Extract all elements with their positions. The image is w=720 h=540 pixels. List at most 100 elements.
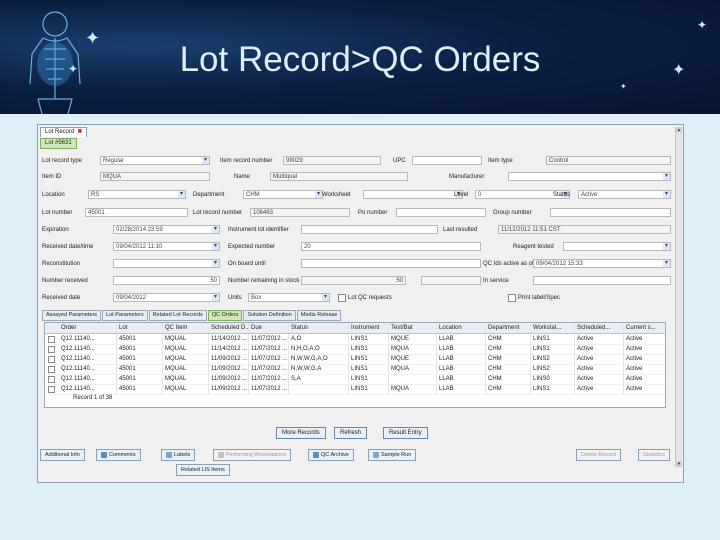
expected-number-field[interactable]: 20 [301,242,481,251]
table-row[interactable]: Q12.11140... 45001 MQUAL 11/09/2012 ... 11/0… [45,384,665,395]
item-record-number-field[interactable]: 99029 [283,156,381,165]
grid-column-header[interactable]: Scheduled D... [209,323,249,333]
units-select[interactable]: Box [248,293,330,302]
item-type-field[interactable]: Control [546,156,671,165]
grid-column-header[interactable]: Test/Bat [389,323,437,333]
received-date-time-field[interactable]: 09/04/2012 11:10 [113,242,220,251]
row-checkbox[interactable] [48,376,55,383]
manufacturer-select[interactable] [508,172,671,181]
table-cell: 11/09/2012 ... [211,384,249,394]
refresh-button[interactable]: Refresh [334,427,368,439]
reagent-tested-select[interactable] [563,242,671,251]
instrument-lot-identifier-label: Instrument lot identifier [228,227,289,233]
table-cell: Active [575,384,624,394]
grid-column-header[interactable]: Department [486,323,531,333]
instrument-lot-identifier-field[interactable] [301,225,438,234]
scroll-up-icon[interactable]: ▲ [676,127,682,133]
lot-number-field[interactable]: 45001 [85,208,188,217]
table-cell: LINS1 [349,334,389,344]
location-select[interactable]: RS [88,190,186,199]
upc-field[interactable] [412,156,482,165]
number-received-field[interactable]: 50 [113,276,220,285]
table-cell: Active [624,334,665,344]
qc-orders-grid: Order Lot QC Item Scheduled D... Due Status In… [44,322,666,408]
qc-ids-active-field[interactable]: 09/04/2012 15:33 [533,259,671,268]
related-lis-items-button[interactable]: Related LIS Items [176,464,230,476]
tab-solution-definition[interactable]: Solution Definition [243,310,296,321]
more-records-button[interactable]: More Records [276,427,326,439]
close-icon[interactable]: ✖ [77,129,82,135]
tab-related-lot-records[interactable]: Related Lot Records [148,310,207,321]
print-label-checkbox[interactable] [508,294,516,302]
grid-column-header[interactable]: Order [59,323,117,333]
grid-column-header[interactable]: Location [437,323,486,333]
received-date-field[interactable]: 09/04/2012 [113,293,220,302]
tab-lot-parameters[interactable]: Lot Parameters [102,310,148,321]
in-service-field[interactable] [533,276,671,285]
status-select[interactable]: Active [578,190,671,199]
tab-lot-record[interactable]: Lot Record ✖ [40,127,88,137]
lot-qc-requests-checkbox[interactable] [338,294,346,302]
item-id-label: Item ID [42,174,62,180]
grid-column-header[interactable]: Instrument [349,323,389,333]
grid-column-header[interactable]: Workstat... [531,323,575,333]
grid-column-header[interactable]: Status [289,323,349,333]
table-cell: N,H,O,A,O [289,344,349,354]
lot-record-number-field[interactable]: 106463 [250,208,350,217]
table-cell: S,A [289,374,349,384]
grid-column-header[interactable]: Lot [117,323,163,333]
qc-archive-button[interactable]: QC Archive [308,449,354,461]
name-field[interactable]: Multiqual [270,172,408,181]
tab-media-release[interactable]: Media Release [296,310,342,321]
row-checkbox[interactable] [48,346,55,353]
row-checkbox[interactable] [48,336,55,343]
comments-button[interactable]: Comments [96,449,141,461]
grid-column-header[interactable]: Due [249,323,289,333]
last-resulted-field[interactable]: 11/12/2012 11:51 CST [498,225,671,234]
reconstitution-select[interactable] [113,259,220,268]
worksheet-select[interactable] [363,190,463,199]
group-number-field[interactable] [550,208,671,217]
received-date-label: Received date [42,295,81,301]
received-date-time-label: Received date/time [42,244,94,250]
lot-record-type-select[interactable]: Regular [100,156,210,165]
window-scrollbar[interactable]: ▲ ▼ [675,127,682,467]
labels-button[interactable]: Labels [161,449,196,461]
grid-column-header[interactable]: Current s... [624,323,665,333]
table-cell: 11/07/2012 ... [251,384,289,394]
table-cell: 45001 [117,384,163,394]
sample-run-button[interactable]: Sample Run [368,449,417,461]
number-remaining-field[interactable]: 50 [301,276,406,285]
performing-workstations-button[interactable]: Performing Workstations [213,449,292,461]
expiration-field[interactable]: 02/28/2014 23:59 [113,225,220,234]
delete-record-button[interactable]: Delete Record [576,449,622,461]
grid-column-header[interactable]: Scheduled... [575,323,624,333]
tab-qc-orders[interactable]: QC Orders [207,310,243,321]
table-cell: 11/07/2012 ... [251,344,289,354]
archive-icon [313,451,319,458]
tab-assayed-parameters[interactable]: Assayed Parameters [42,310,102,321]
item-id-field[interactable]: MQUA [100,172,210,181]
scroll-down-icon[interactable]: ▼ [676,461,682,467]
row-checkbox[interactable] [48,356,55,363]
row-checkbox[interactable] [48,366,55,373]
po-number-field[interactable] [396,208,486,217]
row-checkbox[interactable] [48,386,55,393]
table-cell: CHM [486,334,531,344]
table-cell: LINS1 [349,384,389,394]
table-cell: MQUAL [163,364,209,374]
additional-info-button[interactable]: Additional Info [40,449,85,461]
table-cell: CHM [486,384,531,394]
statistics-button[interactable]: Statistics [638,449,671,461]
workstation-icon [218,451,224,458]
item-type-label: Item type [488,158,513,164]
table-cell: CHM [486,354,531,364]
department-select[interactable]: CHM [243,190,323,199]
labels-label: Labels [174,452,191,458]
number-received-label: Number received [42,278,88,284]
star-icon: ✦ [697,18,708,32]
result-entry-button[interactable]: Result Entry [383,427,428,439]
tab-lot-number[interactable]: Lot #5631 [40,138,77,149]
on-board-until-field[interactable] [301,259,481,268]
grid-column-header[interactable]: QC Item [163,323,209,333]
